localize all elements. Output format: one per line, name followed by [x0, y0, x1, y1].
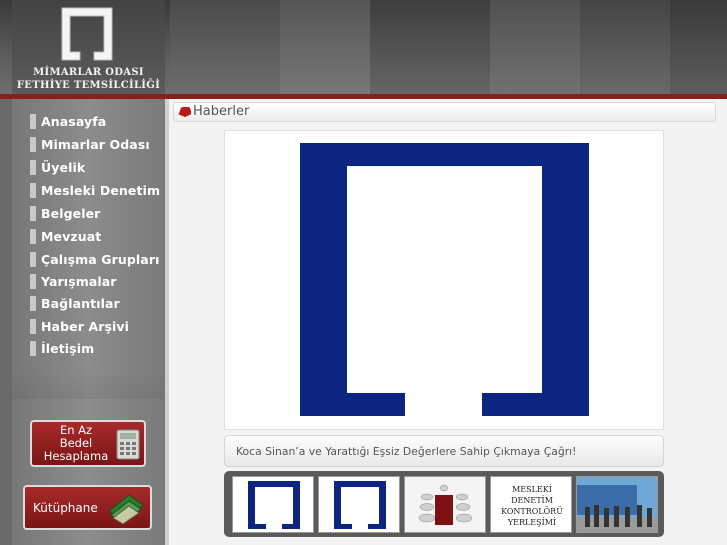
bracket-logo-icon — [300, 143, 589, 416]
sidebar-item-label: İletişim — [41, 340, 95, 356]
thumbnail-text: MESLEKİ DENETİM KONTROLÖRÜ YERLEŞİMİ — [501, 484, 563, 527]
sidebar-item-mimarlar-odasi[interactable]: Mimarlar Odası — [30, 135, 150, 153]
sidebar-item-label: Anasayfa — [41, 113, 107, 129]
bullet-icon — [30, 205, 36, 221]
logo-subtitle: FETHİYE TEMSİLCİLİĞİ — [16, 80, 161, 91]
news-thumbnail-5[interactable] — [576, 476, 658, 533]
group-photo-thumbnail-icon — [577, 477, 657, 532]
sidebar-item-uyelik[interactable]: Üyelik — [30, 158, 85, 176]
news-caption: Koca Sinan’a ve Yarattığı Eşsiz Değerler… — [236, 445, 577, 458]
bullet-icon — [30, 159, 36, 175]
featured-news-image[interactable] — [224, 130, 664, 430]
library-button[interactable]: Kütüphane — [23, 485, 152, 530]
sidebar: Anasayfa Mimarlar Odası Üyelik Mesleki D… — [12, 99, 165, 545]
content-divider — [165, 99, 169, 545]
sidebar-item-mesleki-denetim[interactable]: Mesleki Denetim — [30, 181, 160, 199]
bullet-icon — [30, 228, 36, 244]
sidebar-item-yarismalar[interactable]: Yarışmalar — [30, 272, 117, 290]
logo[interactable]: MİMARLAR ODASI FETHİYE TEMSİLCİLİĞİ — [12, 0, 165, 96]
header-photo-panel — [490, 0, 580, 96]
sidebar-item-label: Mesleki Denetim — [41, 182, 161, 198]
sidebar-item-label: Mimarlar Odası — [41, 136, 150, 152]
sidebar-item-label: Yarışmalar — [41, 273, 117, 289]
section-header: Haberler — [173, 102, 716, 122]
sidebar-item-mevzuat[interactable]: Mevzuat — [30, 227, 101, 245]
bullet-icon — [30, 318, 36, 334]
sidebar-item-label: Üyelik — [41, 159, 86, 175]
sidebar-item-label: Çalışma Grupları — [41, 251, 160, 267]
bullet-icon — [30, 295, 36, 311]
sidebar-item-baglantilar[interactable]: Bağlantılar — [30, 294, 120, 312]
header-photo-panel — [370, 0, 490, 96]
bullet-icon — [30, 251, 36, 267]
news-caption-bar[interactable]: Koca Sinan’a ve Yarattığı Eşsiz Değerler… — [224, 435, 664, 467]
thumbnail-strip: MESLEKİ DENETİM KONTROLÖRÜ YERLEŞİMİ — [224, 471, 664, 537]
logo-thumbnail-icon — [248, 481, 300, 529]
fee-calculator-button[interactable]: En Az Bedel Hesaplama — [30, 420, 146, 467]
meeting-table-thumbnail-icon — [405, 477, 485, 532]
sidebar-item-label: Belgeler — [41, 205, 101, 221]
calculator-icon — [116, 429, 140, 460]
news-thumbnail-1[interactable] — [232, 476, 314, 533]
header-photo-panel — [280, 0, 370, 96]
site-header: MİMARLAR ODASI FETHİYE TEMSİLCİLİĞİ — [0, 0, 727, 96]
sidebar-item-haber-arsivi[interactable]: Haber Arşivi — [30, 317, 129, 335]
bullet-icon — [30, 182, 36, 198]
sidebar-item-iletisim[interactable]: İletişim — [30, 339, 94, 357]
library-button-label: Kütüphane — [33, 501, 98, 515]
section-title: Haberler — [193, 104, 250, 119]
bracket-logo-icon — [61, 7, 113, 61]
sidebar-item-calisma-gruplari[interactable]: Çalışma Grupları — [30, 250, 159, 268]
main-content: Haberler Koca Sinan’a ve Yarattığı Eşsiz… — [165, 99, 727, 545]
page-left-edge — [0, 96, 12, 545]
calc-button-line3: Hesaplama — [43, 449, 109, 463]
sidebar-item-label: Haber Arşivi — [41, 318, 130, 334]
header-photo-panel — [670, 0, 727, 96]
logo-title: MİMARLAR ODASI — [33, 67, 144, 78]
bullet-icon — [30, 113, 36, 129]
sidebar-item-label: Mevzuat — [41, 228, 102, 244]
sidebar-item-anasayfa[interactable]: Anasayfa — [30, 112, 106, 130]
news-thumbnail-4[interactable]: MESLEKİ DENETİM KONTROLÖRÜ YERLEŞİMİ — [490, 476, 572, 533]
header-photo-panel — [580, 0, 670, 96]
bullet-icon — [30, 340, 36, 356]
news-thumbnail-3[interactable] — [404, 476, 486, 533]
sidebar-item-label: Bağlantılar — [41, 295, 120, 311]
header-photo-panel — [170, 0, 280, 96]
sidebar-item-belgeler[interactable]: Belgeler — [30, 204, 100, 222]
bullet-icon — [30, 273, 36, 289]
tag-icon — [178, 107, 191, 117]
bullet-icon — [30, 136, 36, 152]
news-thumbnail-2[interactable] — [318, 476, 400, 533]
books-icon — [108, 494, 144, 525]
logo-thumbnail-icon — [334, 481, 386, 529]
